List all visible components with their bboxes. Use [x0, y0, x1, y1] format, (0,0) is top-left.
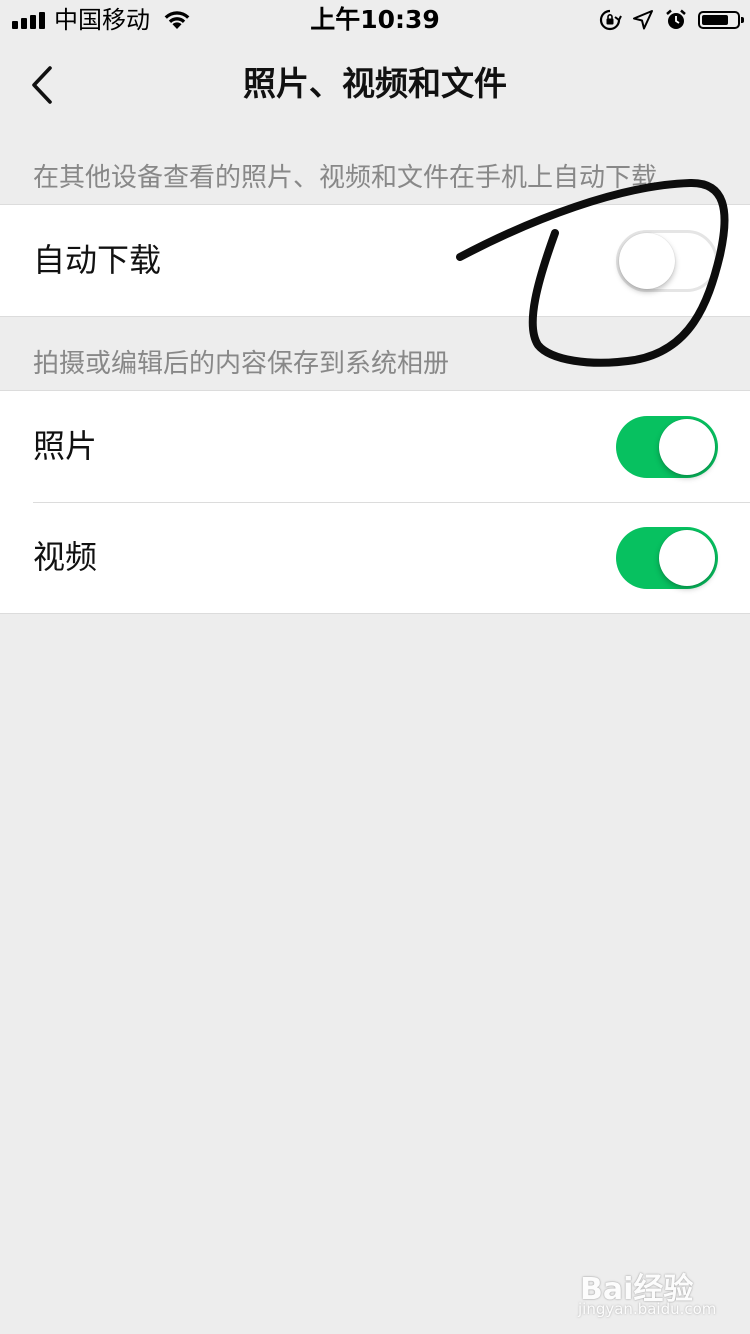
switch-knob [619, 233, 675, 289]
status-icons [598, 6, 744, 34]
section-header-auto-download: 在其他设备查看的照片、视频和文件在手机上自动下载 [33, 163, 658, 193]
watermark-url: jingyan.baidu.com [578, 1300, 717, 1318]
switch-knob [659, 530, 715, 586]
location-icon [633, 10, 653, 30]
baidu-jingyan-watermark: Bai经验 jingyan.baidu.com [572, 1250, 722, 1320]
video-switch[interactable] [616, 527, 718, 589]
video-label: 视频 [33, 538, 98, 576]
alarm-icon [666, 9, 686, 29]
page-title: 照片、视频和文件 [243, 64, 507, 103]
auto-download-group: 自动下载 [0, 204, 750, 317]
save-to-album-group: 照片 视频 [0, 390, 750, 614]
orientation-lock-icon [599, 9, 622, 31]
section-header-save-to-album: 拍摄或编辑后的内容保存到系统相册 [33, 349, 450, 379]
photo-label: 照片 [33, 427, 98, 465]
photo-switch[interactable] [616, 416, 718, 478]
auto-download-switch[interactable] [616, 230, 718, 292]
switch-knob [659, 419, 715, 475]
battery-icon [698, 11, 744, 29]
video-row: 视频 [0, 502, 750, 613]
nav-bar: 照片、视频和文件 [0, 40, 750, 128]
auto-download-label: 自动下载 [33, 241, 162, 279]
auto-download-row: 自动下载 [0, 205, 750, 316]
settings-screen: 中国移动 上午10:39 照片、视频和文件 在其他设备查看的照片、视频和文件在手… [0, 0, 750, 1334]
battery-level [702, 15, 728, 25]
status-bar: 中国移动 上午10:39 [0, 0, 750, 40]
photo-row: 照片 [0, 391, 750, 502]
